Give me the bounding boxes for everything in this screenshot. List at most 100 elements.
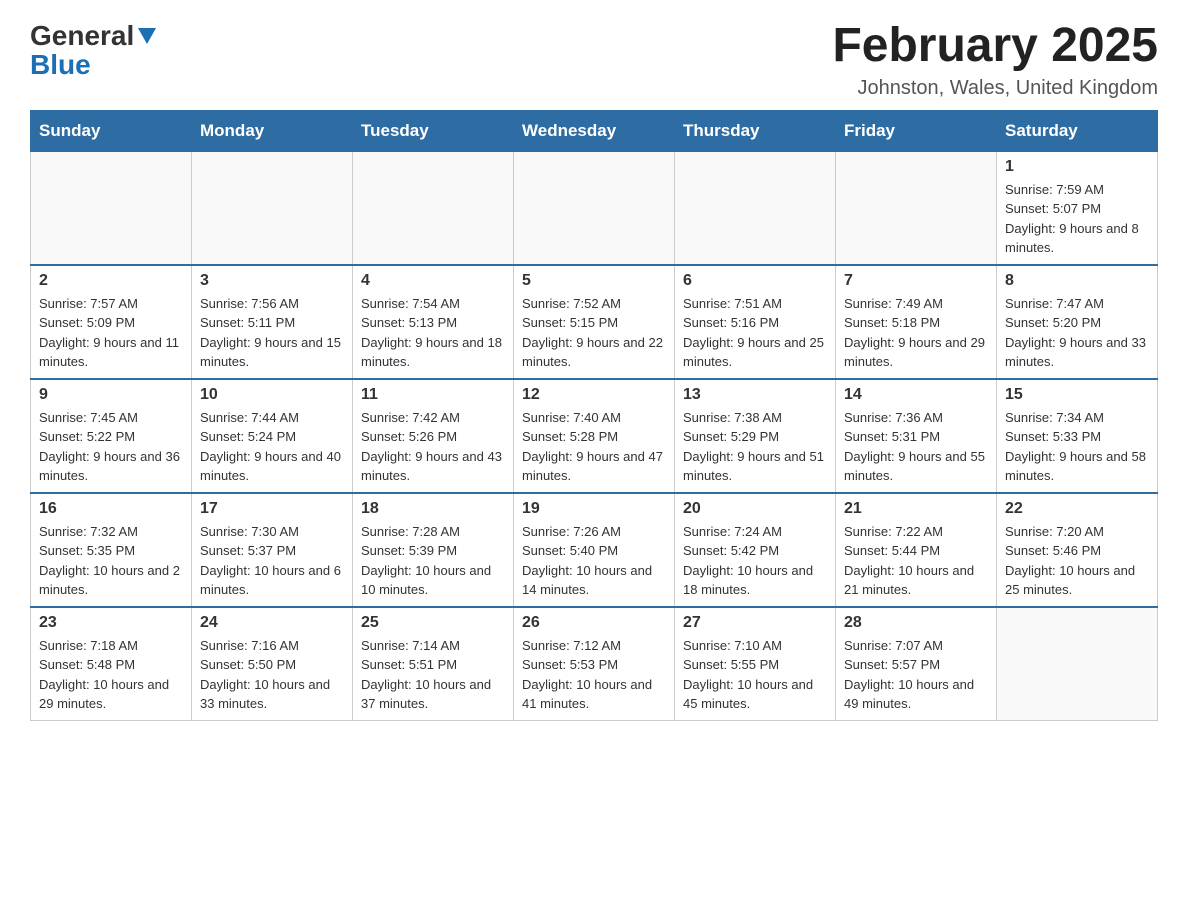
calendar-day-cell <box>836 151 997 265</box>
day-number: 24 <box>200 614 344 632</box>
day-info: Sunrise: 7:22 AMSunset: 5:44 PMDaylight:… <box>844 522 988 600</box>
day-number: 11 <box>361 386 505 404</box>
day-info: Sunrise: 7:36 AMSunset: 5:31 PMDaylight:… <box>844 408 988 486</box>
day-info: Sunrise: 7:56 AMSunset: 5:11 PMDaylight:… <box>200 294 344 372</box>
calendar-day-cell: 6 Sunrise: 7:51 AMSunset: 5:16 PMDaylight… <box>675 265 836 379</box>
calendar-week-row: 23 Sunrise: 7:18 AMSunset: 5:48 PMDayligh… <box>31 607 1158 721</box>
day-number: 8 <box>1005 272 1149 290</box>
day-info: Sunrise: 7:20 AMSunset: 5:46 PMDaylight:… <box>1005 522 1149 600</box>
logo-arrow-icon <box>136 24 158 46</box>
calendar-day-cell: 19 Sunrise: 7:26 AMSunset: 5:40 PMDayligh… <box>514 493 675 607</box>
day-number: 19 <box>522 500 666 518</box>
calendar-day-cell: 1Sunrise: 7:59 AMSunset: 5:07 PMDaylight… <box>997 151 1158 265</box>
calendar-day-cell <box>192 151 353 265</box>
day-number: 6 <box>683 272 827 290</box>
day-info: Sunrise: 7:52 AMSunset: 5:15 PMDaylight:… <box>522 294 666 372</box>
calendar-day-cell <box>675 151 836 265</box>
day-info: Sunrise: 7:34 AMSunset: 5:33 PMDaylight:… <box>1005 408 1149 486</box>
calendar-day-cell: 23 Sunrise: 7:18 AMSunset: 5:48 PMDayligh… <box>31 607 192 721</box>
day-info: Sunrise: 7:32 AMSunset: 5:35 PMDaylight:… <box>39 522 183 600</box>
calendar-week-row: 2 Sunrise: 7:57 AMSunset: 5:09 PMDaylight… <box>31 265 1158 379</box>
weekday-header-saturday: Saturday <box>997 110 1158 151</box>
day-info: Sunrise: 7:12 AMSunset: 5:53 PMDaylight:… <box>522 636 666 714</box>
calendar-subtitle: Johnston, Wales, United Kingdom <box>832 77 1158 100</box>
day-info: Sunrise: 7:24 AMSunset: 5:42 PMDaylight:… <box>683 522 827 600</box>
day-info: Sunrise: 7:38 AMSunset: 5:29 PMDaylight:… <box>683 408 827 486</box>
title-section: February 2025 Johnston, Wales, United Ki… <box>832 20 1158 100</box>
day-info: Sunrise: 7:26 AMSunset: 5:40 PMDaylight:… <box>522 522 666 600</box>
weekday-header-tuesday: Tuesday <box>353 110 514 151</box>
logo: General Blue <box>30 20 158 79</box>
logo-blue-text: Blue <box>30 51 91 79</box>
calendar-day-cell: 24 Sunrise: 7:16 AMSunset: 5:50 PMDayligh… <box>192 607 353 721</box>
calendar-day-cell: 20 Sunrise: 7:24 AMSunset: 5:42 PMDayligh… <box>675 493 836 607</box>
calendar-day-cell: 10 Sunrise: 7:44 AMSunset: 5:24 PMDayligh… <box>192 379 353 493</box>
day-number: 17 <box>200 500 344 518</box>
calendar-day-cell: 9Sunrise: 7:45 AMSunset: 5:22 PMDaylight… <box>31 379 192 493</box>
weekday-header-thursday: Thursday <box>675 110 836 151</box>
calendar-day-cell <box>353 151 514 265</box>
calendar-day-cell: 27 Sunrise: 7:10 AMSunset: 5:55 PMDayligh… <box>675 607 836 721</box>
day-info: Sunrise: 7:40 AMSunset: 5:28 PMDaylight:… <box>522 408 666 486</box>
day-number: 4 <box>361 272 505 290</box>
weekday-header-friday: Friday <box>836 110 997 151</box>
calendar-day-cell: 5 Sunrise: 7:52 AMSunset: 5:15 PMDaylight… <box>514 265 675 379</box>
day-info: Sunrise: 7:30 AMSunset: 5:37 PMDaylight:… <box>200 522 344 600</box>
day-number: 28 <box>844 614 988 632</box>
day-number: 3 <box>200 272 344 290</box>
day-number: 2 <box>39 272 183 290</box>
calendar-day-cell: 7Sunrise: 7:49 AMSunset: 5:18 PMDaylight… <box>836 265 997 379</box>
day-info: Sunrise: 7:10 AMSunset: 5:55 PMDaylight:… <box>683 636 827 714</box>
day-number: 5 <box>522 272 666 290</box>
day-info: Sunrise: 7:57 AMSunset: 5:09 PMDaylight:… <box>39 294 183 372</box>
day-number: 10 <box>200 386 344 404</box>
calendar-day-cell <box>997 607 1158 721</box>
weekday-header-wednesday: Wednesday <box>514 110 675 151</box>
day-number: 27 <box>683 614 827 632</box>
logo-general-text: General <box>30 22 134 50</box>
day-info: Sunrise: 7:14 AMSunset: 5:51 PMDaylight:… <box>361 636 505 714</box>
day-info: Sunrise: 7:42 AMSunset: 5:26 PMDaylight:… <box>361 408 505 486</box>
calendar-day-cell: 26 Sunrise: 7:12 AMSunset: 5:53 PMDayligh… <box>514 607 675 721</box>
day-number: 7 <box>844 272 988 290</box>
calendar-day-cell: 28 Sunrise: 7:07 AMSunset: 5:57 PMDayligh… <box>836 607 997 721</box>
calendar-day-cell: 2 Sunrise: 7:57 AMSunset: 5:09 PMDaylight… <box>31 265 192 379</box>
calendar-week-row: 16 Sunrise: 7:32 AMSunset: 5:35 PMDayligh… <box>31 493 1158 607</box>
calendar-title: February 2025 <box>832 20 1158 73</box>
calendar-header-row: SundayMondayTuesdayWednesdayThursdayFrid… <box>31 110 1158 151</box>
day-info: Sunrise: 7:18 AMSunset: 5:48 PMDaylight:… <box>39 636 183 714</box>
day-number: 22 <box>1005 500 1149 518</box>
day-info: Sunrise: 7:45 AMSunset: 5:22 PMDaylight:… <box>39 408 183 486</box>
calendar-day-cell: 11 Sunrise: 7:42 AMSunset: 5:26 PMDayligh… <box>353 379 514 493</box>
calendar-day-cell: 3 Sunrise: 7:56 AMSunset: 5:11 PMDaylight… <box>192 265 353 379</box>
day-info: Sunrise: 7:44 AMSunset: 5:24 PMDaylight:… <box>200 408 344 486</box>
calendar-day-cell: 4 Sunrise: 7:54 AMSunset: 5:13 PMDaylight… <box>353 265 514 379</box>
day-number: 20 <box>683 500 827 518</box>
calendar-week-row: 9Sunrise: 7:45 AMSunset: 5:22 PMDaylight… <box>31 379 1158 493</box>
day-number: 21 <box>844 500 988 518</box>
calendar-day-cell: 13 Sunrise: 7:38 AMSunset: 5:29 PMDayligh… <box>675 379 836 493</box>
calendar-day-cell: 12 Sunrise: 7:40 AMSunset: 5:28 PMDayligh… <box>514 379 675 493</box>
calendar-day-cell: 8 Sunrise: 7:47 AMSunset: 5:20 PMDaylight… <box>997 265 1158 379</box>
calendar-day-cell <box>31 151 192 265</box>
day-number: 26 <box>522 614 666 632</box>
day-number: 15 <box>1005 386 1149 404</box>
weekday-header-monday: Monday <box>192 110 353 151</box>
day-number: 1 <box>1005 158 1149 176</box>
day-number: 13 <box>683 386 827 404</box>
day-number: 18 <box>361 500 505 518</box>
day-info: Sunrise: 7:07 AMSunset: 5:57 PMDaylight:… <box>844 636 988 714</box>
page-header: General Blue February 2025 Johnston, Wal… <box>30 20 1158 100</box>
day-number: 16 <box>39 500 183 518</box>
calendar-day-cell: 17 Sunrise: 7:30 AMSunset: 5:37 PMDayligh… <box>192 493 353 607</box>
day-info: Sunrise: 7:51 AMSunset: 5:16 PMDaylight:… <box>683 294 827 372</box>
calendar-day-cell: 15 Sunrise: 7:34 AMSunset: 5:33 PMDayligh… <box>997 379 1158 493</box>
calendar-day-cell: 21 Sunrise: 7:22 AMSunset: 5:44 PMDayligh… <box>836 493 997 607</box>
day-number: 23 <box>39 614 183 632</box>
day-info: Sunrise: 7:16 AMSunset: 5:50 PMDaylight:… <box>200 636 344 714</box>
calendar-day-cell: 16 Sunrise: 7:32 AMSunset: 5:35 PMDayligh… <box>31 493 192 607</box>
day-info: Sunrise: 7:54 AMSunset: 5:13 PMDaylight:… <box>361 294 505 372</box>
day-info: Sunrise: 7:47 AMSunset: 5:20 PMDaylight:… <box>1005 294 1149 372</box>
day-number: 25 <box>361 614 505 632</box>
day-number: 12 <box>522 386 666 404</box>
